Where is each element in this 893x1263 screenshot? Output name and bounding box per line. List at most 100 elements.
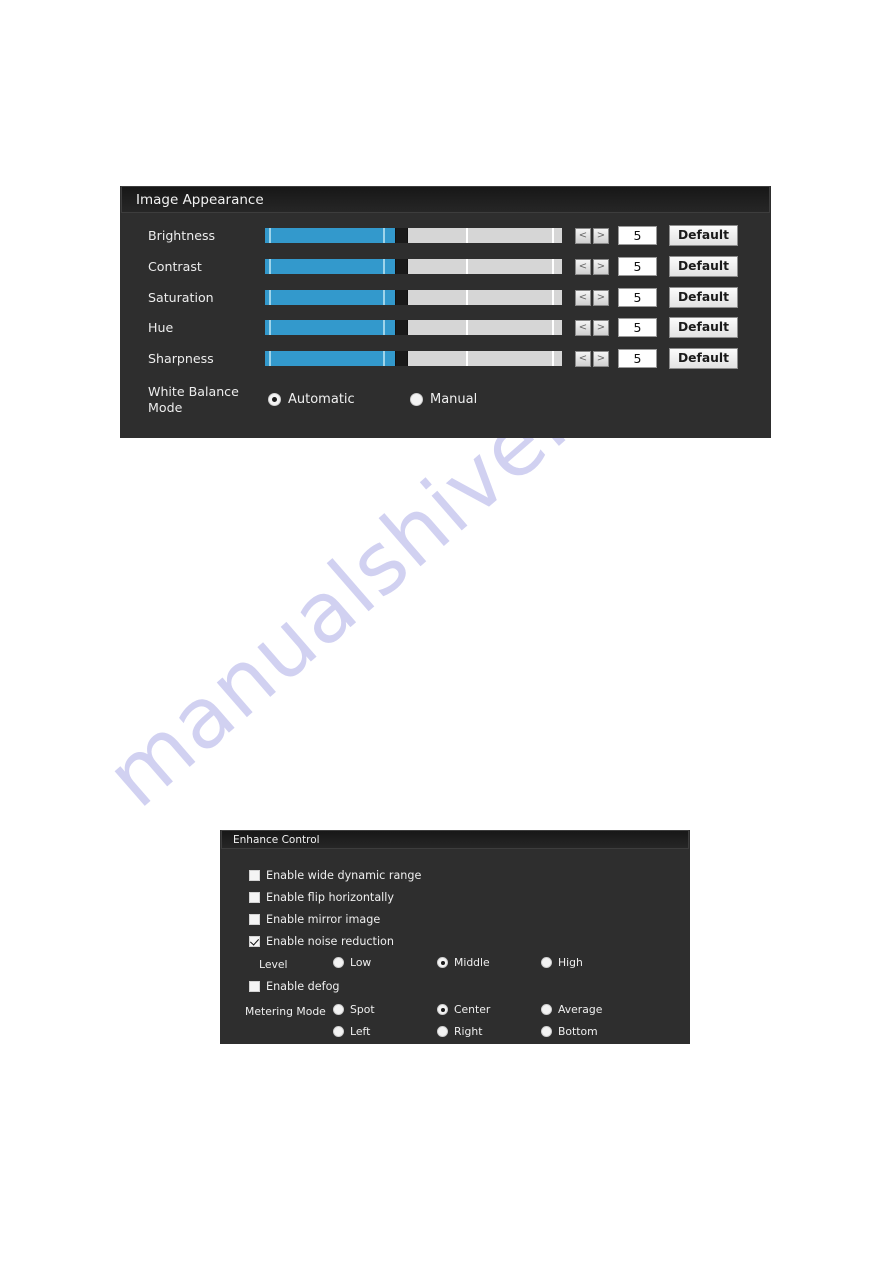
- decrement-icon[interactable]: <: [575, 351, 591, 368]
- enhance-control-panel: Enhance Control Enable wide dynamic rang…: [220, 830, 690, 1044]
- default-button-sharpness[interactable]: Default: [669, 348, 738, 370]
- level-label: Level: [259, 958, 288, 971]
- slider-label-saturation: Saturation: [148, 289, 214, 305]
- metering-mode-label: Metering Mode: [245, 1005, 326, 1018]
- slider-fill-hue: [265, 320, 395, 336]
- slider-handle-brightness[interactable]: [395, 228, 408, 243]
- radio-metering-spot-label: Spot: [350, 1003, 375, 1016]
- checkbox-flip-horizontally-label: Enable flip horizontally: [266, 891, 395, 904]
- slider-stepper-sharpness: < >: [575, 351, 609, 368]
- checkbox-mirror-image-label: Enable mirror image: [266, 913, 381, 926]
- radio-metering-average[interactable]: Average: [541, 1003, 602, 1016]
- slider-sharpness[interactable]: [265, 351, 562, 367]
- radio-metering-bottom[interactable]: Bottom: [541, 1025, 598, 1038]
- increment-icon[interactable]: >: [593, 289, 609, 306]
- radio-icon[interactable]: [541, 1004, 552, 1015]
- checkbox-defog[interactable]: Enable defog: [249, 980, 340, 993]
- checkbox-icon[interactable]: [249, 892, 260, 903]
- slider-track-contrast[interactable]: [408, 258, 562, 274]
- default-button-hue[interactable]: Default: [669, 317, 738, 339]
- default-button-contrast[interactable]: Default: [669, 255, 738, 277]
- checkbox-flip-horizontally[interactable]: Enable flip horizontally: [249, 891, 394, 904]
- radio-icon[interactable]: [541, 957, 552, 968]
- slider-brightness[interactable]: [265, 228, 562, 243]
- decrement-icon[interactable]: <: [575, 320, 591, 337]
- checkbox-wide-dynamic-range-label: Enable wide dynamic range: [266, 869, 422, 882]
- enhance-control-title: Enhance Control: [233, 833, 320, 846]
- slider-stepper-brightness: < >: [575, 228, 609, 244]
- radio-icon[interactable]: [333, 1004, 344, 1015]
- slider-value-brightness[interactable]: 5: [618, 226, 657, 245]
- radio-icon[interactable]: [437, 1004, 448, 1015]
- radio-metering-left-label: Left: [350, 1025, 371, 1038]
- increment-icon[interactable]: >: [593, 351, 609, 368]
- radio-metering-left[interactable]: Left: [333, 1025, 370, 1038]
- decrement-icon[interactable]: <: [575, 289, 591, 306]
- decrement-icon[interactable]: <: [575, 258, 591, 275]
- white-balance-option-manual[interactable]: Manual: [410, 392, 477, 407]
- slider-track-brightness[interactable]: [408, 228, 562, 243]
- slider-fill-sharpness: [265, 351, 395, 367]
- radio-metering-right[interactable]: Right: [437, 1025, 482, 1038]
- radio-level-high-label: High: [558, 956, 583, 969]
- checkbox-defog-label: Enable defog: [266, 980, 340, 993]
- white-balance-option-automatic[interactable]: Automatic: [268, 392, 355, 407]
- default-button-brightness[interactable]: Default: [669, 225, 738, 246]
- white-balance-label: White Balance Mode: [148, 384, 239, 415]
- slider-handle-saturation[interactable]: [395, 289, 408, 305]
- decrement-icon[interactable]: <: [575, 228, 591, 244]
- radio-metering-right-label: Right: [454, 1025, 483, 1038]
- radio-level-low[interactable]: Low: [333, 956, 371, 969]
- increment-icon[interactable]: >: [593, 320, 609, 337]
- slider-row-brightness: Brightness < > 5 Default: [120, 225, 771, 257]
- checkbox-icon[interactable]: [249, 981, 260, 992]
- checkbox-wide-dynamic-range[interactable]: Enable wide dynamic range: [249, 869, 421, 882]
- slider-saturation[interactable]: [265, 289, 562, 305]
- slider-row-sharpness: Sharpness < > 5 Default: [120, 348, 771, 380]
- default-button-saturation[interactable]: Default: [669, 286, 738, 308]
- slider-fill-brightness: [265, 228, 395, 243]
- radio-icon[interactable]: [410, 393, 423, 406]
- slider-label-hue: Hue: [148, 320, 174, 336]
- white-balance-option-automatic-label: Automatic: [288, 392, 355, 407]
- checkbox-icon[interactable]: [249, 914, 260, 925]
- slider-stepper-hue: < >: [575, 320, 609, 337]
- image-appearance-panel: Image Appearance Brightness < > 5 Defaul…: [120, 186, 771, 438]
- slider-handle-sharpness[interactable]: [395, 351, 408, 367]
- checkbox-icon[interactable]: [249, 870, 260, 881]
- enhance-control-title-bar: Enhance Control: [221, 830, 689, 849]
- slider-label-brightness: Brightness: [148, 228, 216, 243]
- radio-icon[interactable]: [437, 957, 448, 968]
- slider-fill-contrast: [265, 258, 395, 274]
- radio-icon[interactable]: [333, 957, 344, 968]
- white-balance-row: White Balance Mode Automatic Manual: [120, 384, 771, 426]
- checkbox-mirror-image[interactable]: Enable mirror image: [249, 913, 380, 926]
- slider-label-sharpness: Sharpness: [148, 351, 214, 367]
- slider-value-contrast[interactable]: 5: [618, 256, 657, 276]
- slider-track-hue[interactable]: [408, 320, 562, 336]
- slider-handle-hue[interactable]: [395, 320, 408, 336]
- radio-icon[interactable]: [437, 1026, 448, 1037]
- checkbox-noise-reduction[interactable]: Enable noise reduction: [249, 935, 394, 948]
- increment-icon[interactable]: >: [593, 258, 609, 275]
- radio-icon[interactable]: [333, 1026, 344, 1037]
- radio-level-middle[interactable]: Middle: [437, 956, 490, 969]
- radio-metering-spot[interactable]: Spot: [333, 1003, 375, 1016]
- slider-row-hue: Hue < > 5 Default: [120, 317, 771, 349]
- slider-value-saturation[interactable]: 5: [618, 287, 657, 307]
- checkbox-icon[interactable]: [249, 936, 260, 947]
- radio-level-high[interactable]: High: [541, 956, 583, 969]
- slider-hue[interactable]: [265, 320, 562, 336]
- increment-icon[interactable]: >: [593, 228, 609, 244]
- slider-track-sharpness[interactable]: [408, 351, 562, 367]
- radio-icon[interactable]: [541, 1026, 552, 1037]
- slider-track-saturation[interactable]: [408, 289, 562, 305]
- slider-value-sharpness[interactable]: 5: [618, 349, 657, 369]
- slider-row-contrast: Contrast < > 5 Default: [120, 255, 771, 288]
- radio-metering-center[interactable]: Center: [437, 1003, 490, 1016]
- slider-value-hue[interactable]: 5: [618, 318, 657, 338]
- slider-contrast[interactable]: [265, 258, 562, 274]
- radio-icon[interactable]: [268, 393, 281, 406]
- image-appearance-title: Image Appearance: [136, 191, 264, 208]
- slider-handle-contrast[interactable]: [395, 258, 408, 274]
